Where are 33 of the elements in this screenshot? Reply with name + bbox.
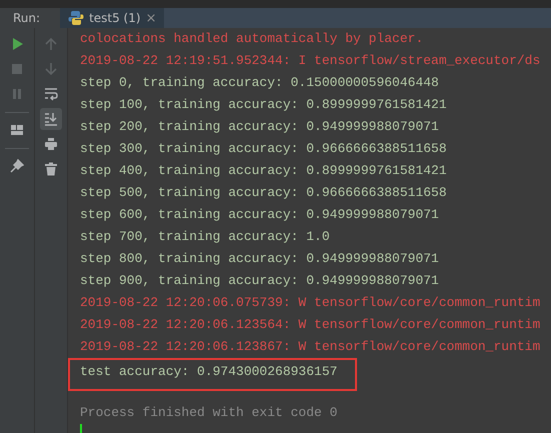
output-line: step 900, training accuracy: 0.949999988079071 [80, 273, 439, 288]
up-arrow-icon [44, 37, 58, 51]
process-exit-message: Process finished with exit code 0 [80, 405, 338, 420]
output-line: step 0, training accuracy: 0.15000000596046448 [80, 75, 439, 90]
output-line: step 200, training accuracy: 0.949999988079071 [80, 119, 439, 134]
stop-icon [10, 62, 24, 76]
pin-icon [10, 159, 24, 173]
output-line: step 300, training accuracy: 0.9666666388511658 [80, 141, 447, 156]
scroll-to-end-icon [44, 112, 58, 126]
printer-icon [44, 137, 58, 151]
output-line: step 400, training accuracy: 0.8999999761581421 [80, 163, 447, 178]
log-error-line: 2019-08-22 12:20:06.123867: W tensorflow/core/common_runtim [80, 339, 540, 354]
layout-icon [10, 123, 24, 137]
output-line: step 600, training accuracy: 0.949999988079071 [80, 207, 439, 222]
output-line: step 100, training accuracy: 0.8999999761581421 [80, 97, 447, 112]
wrap-icon [44, 87, 58, 101]
panel-label: Run: [0, 8, 60, 28]
log-error-line: 2019-08-22 12:19:51.952344: I tensorflow/stream_executor/ds [80, 53, 540, 68]
output-line: step 800, training accuracy: 0.949999988079071 [80, 251, 439, 266]
play-icon [10, 37, 24, 51]
log-error-line: 2019-08-22 12:20:06.123564: W tensorflow/core/common_runtim [80, 317, 540, 332]
output-line: step 700, training accuracy: 1.0 [80, 229, 330, 244]
output-line: test accuracy: 0.9743000268936157 [80, 364, 338, 379]
run-tab[interactable]: test5 (1) × [60, 8, 164, 28]
output-line: step 500, training accuracy: 0.9666666388511658 [80, 185, 447, 200]
down-arrow-icon [44, 62, 58, 76]
trash-icon [44, 162, 58, 176]
python-icon [68, 10, 84, 26]
pause-icon [10, 87, 24, 101]
scroll-to-end-button[interactable] [40, 108, 62, 130]
log-error-line: colocations handled automatically by placer. [80, 31, 424, 46]
log-error-line: 2019-08-22 12:20:06.075739: W tensorflow/core/common_runtim [80, 295, 540, 310]
close-button[interactable]: × [146, 10, 156, 26]
